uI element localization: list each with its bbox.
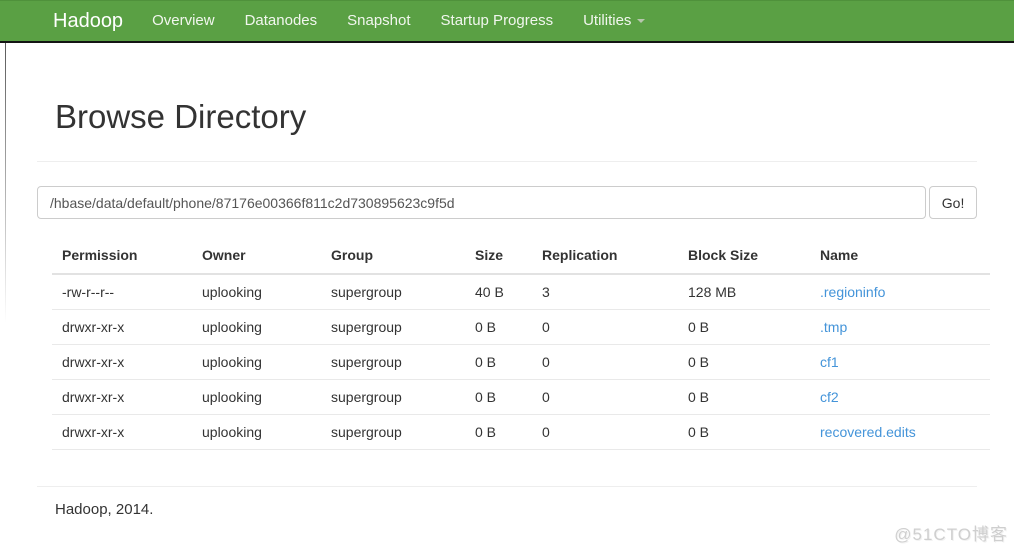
cell-permission: drwxr-xr-x <box>52 345 192 380</box>
footer-divider <box>37 486 977 487</box>
cell-name: recovered.edits <box>810 415 990 450</box>
title-divider <box>37 161 977 162</box>
cell-block-size: 128 MB <box>678 274 810 310</box>
table-row: drwxr-xr-x uplooking supergroup 0 B 0 0 … <box>52 380 990 415</box>
table-row: drwxr-xr-x uplooking supergroup 0 B 0 0 … <box>52 415 990 450</box>
cell-size: 40 B <box>465 274 532 310</box>
cell-group: supergroup <box>321 415 465 450</box>
file-link[interactable]: recovered.edits <box>820 424 916 440</box>
cell-permission: -rw-r--r-- <box>52 274 192 310</box>
cell-block-size: 0 B <box>678 415 810 450</box>
file-link[interactable]: .tmp <box>820 319 847 335</box>
directory-listing-table: Permission Owner Group Size Replication … <box>52 234 990 450</box>
column-header-owner: Owner <box>192 234 321 274</box>
cell-size: 0 B <box>465 415 532 450</box>
hdfs-browser-screen: Hadoop Overview Datanodes Snapshot Start… <box>0 0 1014 552</box>
nav-item: Datanodes <box>230 1 333 41</box>
column-header-group: Group <box>321 234 465 274</box>
window-edge-artifact <box>5 43 6 323</box>
cell-replication: 0 <box>532 415 678 450</box>
cell-size: 0 B <box>465 310 532 345</box>
cell-group: supergroup <box>321 345 465 380</box>
column-header-size: Size <box>465 234 532 274</box>
table-header-row: Permission Owner Group Size Replication … <box>52 234 990 274</box>
cell-name: .tmp <box>810 310 990 345</box>
column-header-name: Name <box>810 234 990 274</box>
cell-group: supergroup <box>321 380 465 415</box>
top-navbar: Hadoop Overview Datanodes Snapshot Start… <box>0 0 1014 43</box>
cell-name: cf1 <box>810 345 990 380</box>
cell-block-size: 0 B <box>678 310 810 345</box>
main-content: Browse Directory Go! Permission Owner Gr… <box>37 98 977 518</box>
cell-block-size: 0 B <box>678 345 810 380</box>
cell-owner: uplooking <box>192 380 321 415</box>
path-form: Go! <box>37 186 977 219</box>
navbar-brand[interactable]: Hadoop <box>53 1 123 41</box>
cell-replication: 3 <box>532 274 678 310</box>
cell-name: cf2 <box>810 380 990 415</box>
nav-item-datanodes[interactable]: Datanodes <box>230 1 333 41</box>
table-row: drwxr-xr-x uplooking supergroup 0 B 0 0 … <box>52 310 990 345</box>
go-button[interactable]: Go! <box>929 186 977 219</box>
watermark: @51CTO博客 <box>894 520 1008 545</box>
cell-owner: uplooking <box>192 415 321 450</box>
nav-item-label: Utilities <box>583 12 631 29</box>
cell-owner: uplooking <box>192 345 321 380</box>
table-row: drwxr-xr-x uplooking supergroup 0 B 0 0 … <box>52 345 990 380</box>
nav-item: Startup Progress <box>426 1 569 41</box>
cell-group: supergroup <box>321 310 465 345</box>
cell-permission: drwxr-xr-x <box>52 380 192 415</box>
file-link[interactable]: .regioninfo <box>820 284 885 300</box>
cell-replication: 0 <box>532 380 678 415</box>
cell-size: 0 B <box>465 345 532 380</box>
footer-text: Hadoop, 2014. <box>55 501 977 518</box>
caret-down-icon <box>637 19 645 23</box>
nav-item: Snapshot <box>332 1 425 41</box>
page-title: Browse Directory <box>55 98 977 136</box>
column-header-block-size: Block Size <box>678 234 810 274</box>
file-link[interactable]: cf1 <box>820 354 839 370</box>
column-header-permission: Permission <box>52 234 192 274</box>
cell-replication: 0 <box>532 345 678 380</box>
cell-size: 0 B <box>465 380 532 415</box>
navbar-menu: Overview Datanodes Snapshot Startup Prog… <box>137 1 660 41</box>
cell-owner: uplooking <box>192 310 321 345</box>
nav-item-utilities-dropdown[interactable]: Utilities <box>568 1 660 41</box>
directory-path-input[interactable] <box>37 186 926 219</box>
nav-item-startup-progress[interactable]: Startup Progress <box>426 1 569 41</box>
cell-group: supergroup <box>321 274 465 310</box>
cell-block-size: 0 B <box>678 380 810 415</box>
file-link[interactable]: cf2 <box>820 389 839 405</box>
cell-permission: drwxr-xr-x <box>52 415 192 450</box>
nav-item-snapshot[interactable]: Snapshot <box>332 1 425 41</box>
column-header-replication: Replication <box>532 234 678 274</box>
table-row: -rw-r--r-- uplooking supergroup 40 B 3 1… <box>52 274 990 310</box>
nav-item: Utilities <box>568 1 660 41</box>
cell-replication: 0 <box>532 310 678 345</box>
cell-permission: drwxr-xr-x <box>52 310 192 345</box>
cell-owner: uplooking <box>192 274 321 310</box>
nav-item-overview[interactable]: Overview <box>137 1 230 41</box>
cell-name: .regioninfo <box>810 274 990 310</box>
nav-item: Overview <box>137 1 230 41</box>
